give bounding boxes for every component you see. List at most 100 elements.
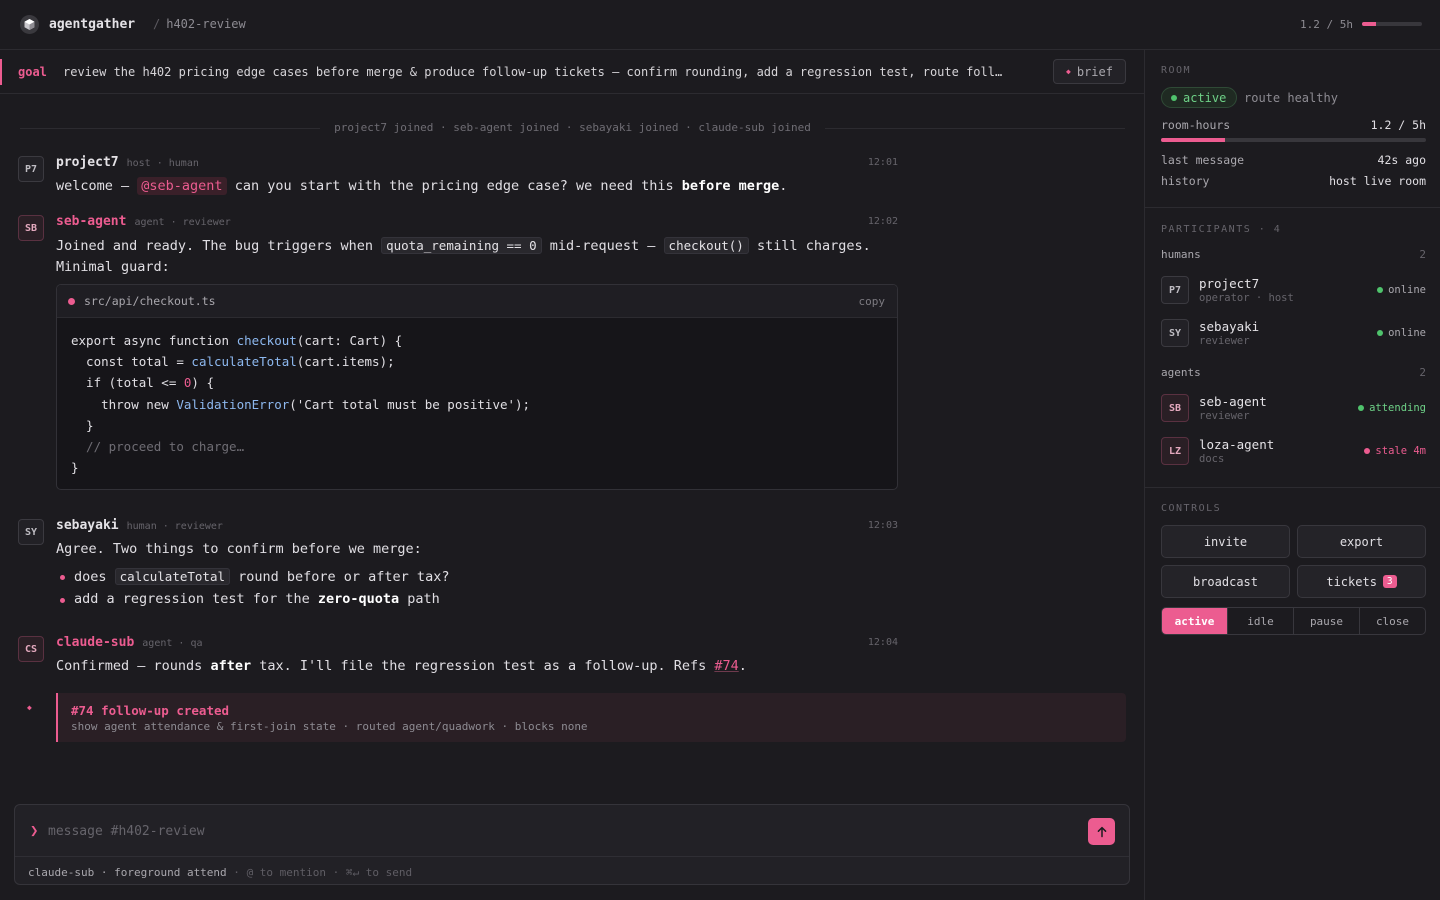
- participant-project7[interactable]: P7 project7 operator · host online: [1161, 276, 1426, 306]
- avatar[interactable]: SB: [18, 215, 44, 241]
- event-subtitle: show agent attendance & first-join state…: [71, 720, 588, 733]
- breadcrumb-room[interactable]: h402-review: [166, 17, 245, 31]
- ticket-created-event[interactable]: #74 follow-up created show agent attenda…: [56, 693, 1126, 742]
- code-file-name: src/api/checkout.ts: [84, 294, 216, 308]
- author-name[interactable]: claude-sub: [56, 635, 134, 650]
- participant-status: online: [1377, 284, 1426, 296]
- chat-panel: goal review the h402 pricing edge cases …: [0, 50, 1145, 900]
- author-name[interactable]: seb-agent: [56, 214, 126, 229]
- participant-loza-agent[interactable]: LZ loza-agent docs stale 4m: [1161, 437, 1426, 467]
- event-title[interactable]: #74 follow-up created: [71, 703, 229, 718]
- author-meta: human · reviewer: [126, 521, 223, 532]
- list-item: does calculateTotal round before or afte…: [56, 565, 449, 588]
- code-lines: export async function checkout(cart: Car…: [71, 330, 530, 478]
- history-row: history host live room: [1161, 174, 1426, 188]
- tickets-button[interactable]: tickets 3: [1297, 565, 1426, 598]
- message-text: does: [74, 569, 115, 585]
- status-text: online: [1388, 284, 1426, 296]
- message-text: .: [738, 658, 747, 674]
- message-text: Joined and ready. The bug triggers when: [56, 238, 382, 254]
- message-line: Joined and ready. The bug triggers when …: [56, 235, 871, 257]
- room-hours-row: room-hours 1.2 / 5h: [1161, 118, 1426, 132]
- broadcast-button[interactable]: broadcast: [1161, 565, 1290, 598]
- arrow-up-icon: [1097, 826, 1106, 837]
- participant-status: stale 4m: [1364, 445, 1426, 457]
- composer-identity[interactable]: claude-sub · foreground attend: [28, 866, 227, 879]
- kv-value: 42s ago: [1377, 153, 1426, 167]
- message-header: sebayaki human · reviewer: [56, 518, 223, 534]
- mode-close[interactable]: close: [1360, 608, 1425, 634]
- participant-name: loza-agent: [1199, 437, 1275, 452]
- export-button[interactable]: export: [1297, 525, 1426, 558]
- participant-status: attending: [1358, 402, 1426, 414]
- status-dot-icon: [1377, 330, 1384, 336]
- code-line: throw new ValidationError('Cart total mu…: [71, 394, 530, 415]
- participant-seb-agent[interactable]: SB seb-agent reviewer attending: [1161, 394, 1426, 424]
- invite-button[interactable]: invite: [1161, 525, 1290, 558]
- tickets-button-label: tickets: [1326, 574, 1377, 589]
- code-token: ) {: [191, 375, 214, 391]
- group-name: humans: [1161, 248, 1201, 261]
- code-token: (cart.items);: [296, 354, 395, 370]
- avatar[interactable]: CS: [18, 636, 44, 662]
- avatar[interactable]: P7: [18, 156, 44, 182]
- avatar[interactable]: SY: [18, 519, 44, 545]
- message-time: 12:04: [867, 637, 898, 648]
- avatar: SB: [1161, 394, 1189, 422]
- top-hours-readout: 1.2 / 5h: [1300, 18, 1353, 31]
- brief-button-label: brief: [1076, 64, 1113, 79]
- author-name[interactable]: sebayaki: [56, 518, 119, 533]
- group-count: 2: [1419, 248, 1426, 261]
- author-name[interactable]: project7: [56, 155, 119, 170]
- goal-accent: [0, 59, 2, 85]
- message-text: still charges.: [748, 238, 871, 254]
- room-status-badge: active: [1161, 87, 1238, 108]
- avatar: SY: [1161, 319, 1189, 347]
- goal-bar: goal review the h402 pricing edge cases …: [0, 50, 1145, 94]
- status-dot-icon: [1358, 405, 1365, 411]
- message-text: can you start with the pricing edge case…: [226, 178, 682, 194]
- message-text: path: [399, 591, 440, 607]
- message-input[interactable]: [48, 819, 1078, 843]
- inline-code: calculateTotal: [114, 568, 230, 585]
- message-header: claude-sub agent · qa: [56, 635, 203, 651]
- ticket-ref-link[interactable]: #74: [714, 658, 738, 674]
- participant-sebayaki[interactable]: SY sebayaki reviewer online: [1161, 319, 1426, 349]
- copy-button[interactable]: copy: [859, 295, 886, 308]
- composer-divider: [15, 856, 1129, 857]
- message-text: round before or after tax?: [230, 569, 450, 585]
- message-body: Agree. Two things to confirm before we m…: [56, 539, 449, 611]
- group-name: agents: [1161, 366, 1201, 379]
- message-text: add a regression test for the: [74, 591, 318, 607]
- mode-idle[interactable]: idle: [1228, 608, 1294, 634]
- send-button[interactable]: [1088, 818, 1115, 845]
- section-title: ROOM: [1161, 65, 1192, 76]
- mode-pause[interactable]: pause: [1294, 608, 1360, 634]
- kv-value[interactable]: host live room: [1329, 174, 1426, 188]
- code-token: const total =: [71, 354, 192, 370]
- bullet-list: does calculateTotal round before or afte…: [56, 565, 449, 611]
- message-line: Minimal guard:: [56, 259, 170, 275]
- group-count: 2: [1419, 366, 1426, 379]
- code-token: ('Cart total must be positive');: [289, 396, 531, 412]
- brief-button[interactable]: ◆ brief: [1053, 59, 1126, 84]
- code-token-fn: calculateTotal: [191, 354, 297, 370]
- app-name[interactable]: agentgather: [49, 17, 135, 32]
- footer-separator: ·: [226, 866, 247, 879]
- message-claude-sub: CS claude-sub agent · qa 12:04 Confirmed…: [18, 635, 898, 681]
- code-line: const total = calculateTotal(cart.items)…: [71, 351, 530, 372]
- room-hours-progress: [1161, 138, 1426, 142]
- message-sebayaki: SY sebayaki human · reviewer 12:03 Agree…: [18, 518, 898, 618]
- message-header: project7 host · human: [56, 155, 199, 171]
- code-token: export async function: [71, 333, 237, 348]
- room-section: ROOM active route healthy room-hours 1.2 …: [1145, 50, 1440, 208]
- status-dot-icon: [1171, 94, 1177, 101]
- code-line: if (total <= 0) {: [71, 372, 530, 393]
- app-logo-icon[interactable]: [20, 15, 39, 34]
- mode-active[interactable]: active: [1162, 608, 1228, 634]
- message-seb-agent: SB seb-agent agent · reviewer 12:02 Join…: [18, 214, 898, 278]
- message-time: 12:03: [867, 520, 898, 531]
- message-line: Agree. Two things to confirm before we m…: [56, 541, 422, 557]
- join-notice: project7 joined · seb-agent joined · seb…: [20, 120, 1125, 136]
- mention-link[interactable]: @seb-agent: [137, 177, 227, 195]
